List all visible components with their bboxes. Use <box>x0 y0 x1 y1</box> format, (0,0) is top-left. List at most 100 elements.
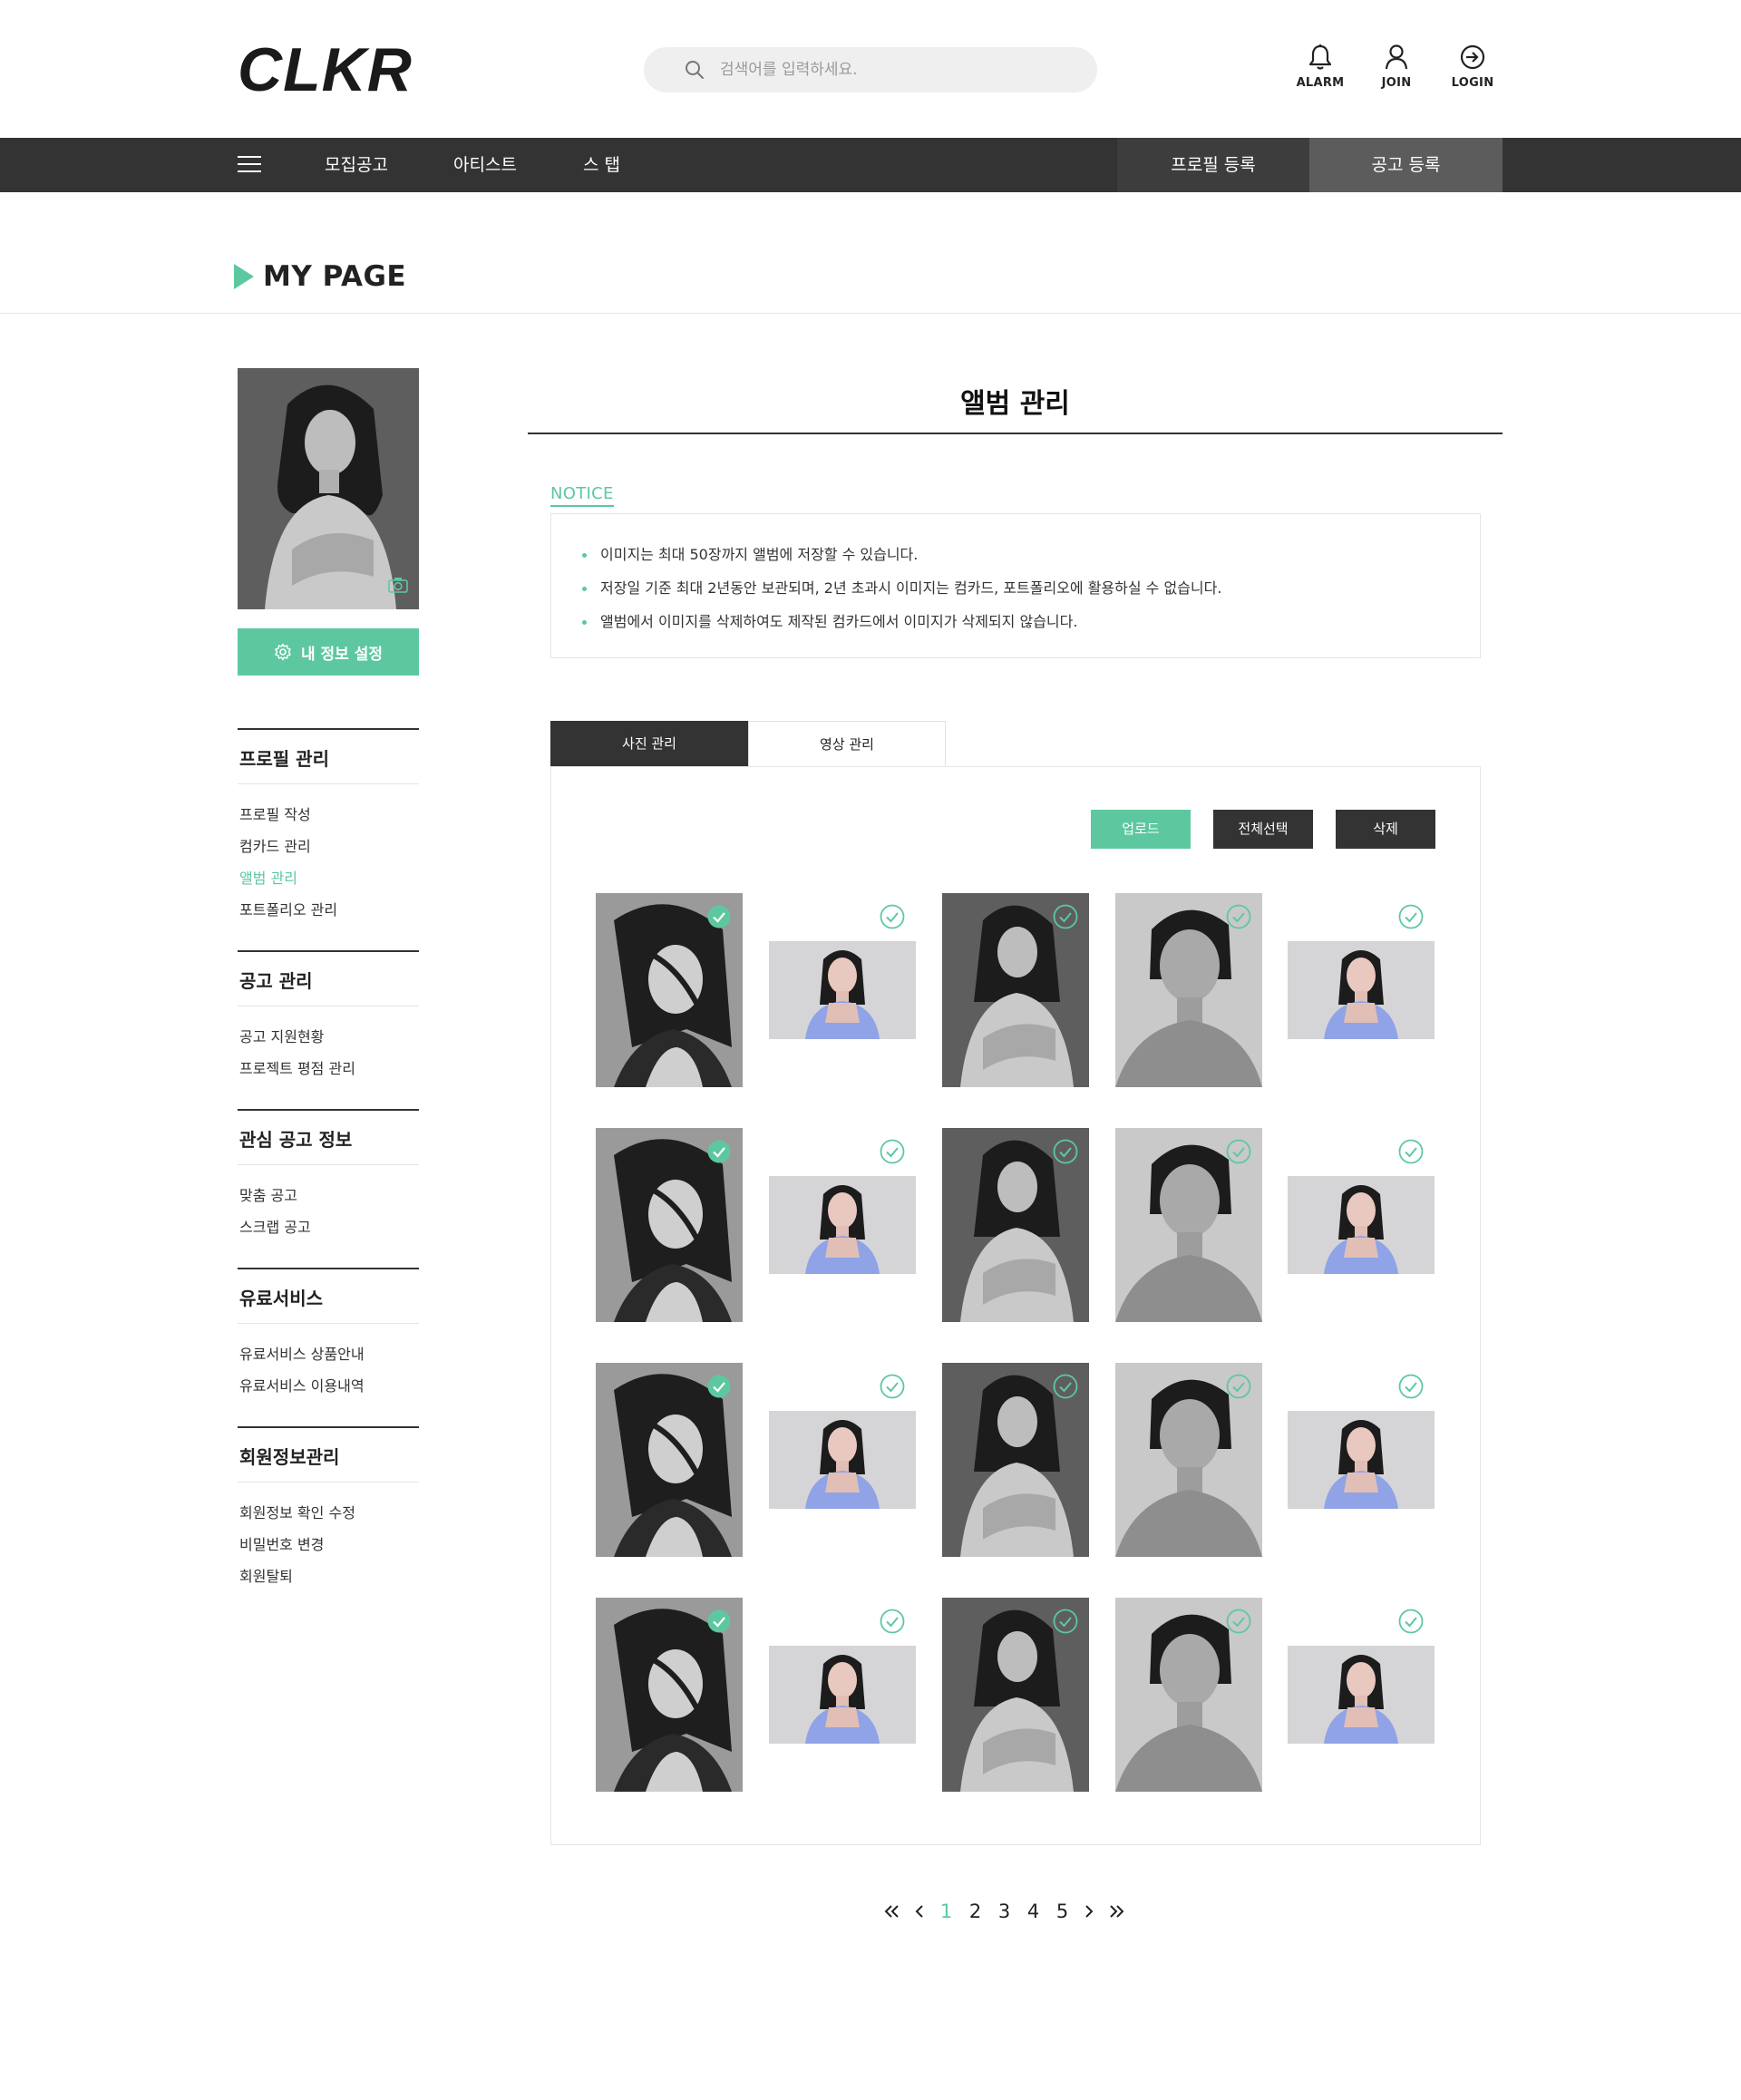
post-register-button[interactable]: 공고 등록 <box>1309 138 1503 192</box>
camera-icon[interactable] <box>388 577 408 593</box>
album-photo-item[interactable] <box>1288 1598 1435 1792</box>
nav-item-artist[interactable]: 아티스트 <box>453 138 517 192</box>
check-icon[interactable] <box>1226 904 1251 929</box>
check-icon[interactable] <box>1398 1374 1424 1399</box>
sidebar-item-paid-history[interactable]: 유료서비스 이용내역 <box>239 1370 417 1402</box>
tab-photo[interactable]: 사진 관리 <box>550 721 748 766</box>
album-photo-item[interactable] <box>942 1598 1089 1792</box>
gear-icon <box>275 643 291 661</box>
check-icon[interactable] <box>1226 1609 1251 1634</box>
sidebar-group-paid: 유료서비스 유료서비스 상품안내 유료서비스 이용내역 <box>238 1268 419 1402</box>
next-page-icon[interactable] <box>1084 1904 1094 1919</box>
search-bar[interactable] <box>644 47 1097 92</box>
first-page-icon[interactable] <box>884 1904 900 1919</box>
album-photo-item[interactable] <box>1288 893 1435 1087</box>
my-settings-button[interactable]: 내 정보 설정 <box>238 628 419 676</box>
search-input[interactable] <box>720 61 1083 79</box>
profile-photo[interactable] <box>238 368 419 609</box>
album-photo-item[interactable] <box>1115 1363 1262 1557</box>
select-all-button[interactable]: 전체선택 <box>1213 810 1313 849</box>
page-number[interactable]: 4 <box>1026 1901 1041 1922</box>
sidebar-item-scrap-posts[interactable]: 스크랩 공고 <box>239 1211 417 1243</box>
alarm-button[interactable]: ALARM <box>1289 44 1352 90</box>
album-photo-item[interactable] <box>769 893 916 1087</box>
sidebar-group-profile: 프로필 관리 프로필 작성 컴카드 관리 앨범 관리 포트폴리오 관리 <box>238 728 419 926</box>
album-photo-item[interactable] <box>942 1128 1089 1322</box>
check-icon[interactable] <box>1053 1139 1078 1164</box>
page-number[interactable]: 3 <box>997 1901 1012 1922</box>
album-photo-item[interactable] <box>596 1128 743 1322</box>
album-photo-item[interactable] <box>1115 893 1262 1087</box>
album-photo-item[interactable] <box>596 1363 743 1557</box>
sidebar-item-profile-write[interactable]: 프로필 작성 <box>239 799 417 831</box>
profile-register-button[interactable]: 프로필 등록 <box>1117 138 1309 192</box>
album-photo-image <box>1288 1176 1435 1274</box>
sidebar-item-applications[interactable]: 공고 지원현황 <box>239 1021 417 1053</box>
sidebar-group-interest: 관심 공고 정보 맞춤 공고 스크랩 공고 <box>238 1109 419 1243</box>
sidebar-item-member-edit[interactable]: 회원정보 확인 수정 <box>239 1497 417 1529</box>
checked-check-icon[interactable] <box>706 1139 732 1164</box>
pagination: 1 2 3 4 5 <box>884 1901 1138 1922</box>
check-icon[interactable] <box>880 904 905 929</box>
site-logo[interactable]: CLKR <box>238 38 413 102</box>
checked-check-icon[interactable] <box>706 1609 732 1634</box>
album-photo-item[interactable] <box>1115 1128 1262 1322</box>
album-photo-item[interactable] <box>769 1363 916 1557</box>
album-photo-item[interactable] <box>596 893 743 1087</box>
login-button[interactable]: LOGIN <box>1441 44 1504 90</box>
notice-item: 저장일 기준 최대 2년동안 보관되며, 2년 초과시 이미지는 컴카드, 포트… <box>579 571 1453 605</box>
album-photo-item[interactable] <box>942 1363 1089 1557</box>
check-icon[interactable] <box>1053 1609 1078 1634</box>
hamburger-menu-icon[interactable] <box>238 156 261 174</box>
album-photo-item[interactable] <box>769 1128 916 1322</box>
sidebar-item-paid-info[interactable]: 유료서비스 상품안내 <box>239 1338 417 1370</box>
check-icon[interactable] <box>880 1609 905 1634</box>
join-button[interactable]: JOIN <box>1365 44 1428 90</box>
page-number[interactable]: 2 <box>968 1901 983 1922</box>
album-photo-item[interactable] <box>1288 1363 1435 1557</box>
search-icon[interactable] <box>684 59 705 81</box>
page-number[interactable]: 5 <box>1055 1901 1070 1922</box>
checked-check-icon[interactable] <box>706 904 732 929</box>
check-icon[interactable] <box>1398 1139 1424 1164</box>
sidebar-item-password[interactable]: 비밀번호 변경 <box>239 1529 417 1560</box>
page-number[interactable]: 1 <box>939 1901 954 1922</box>
nav-item-staff[interactable]: 스 탭 <box>583 138 620 192</box>
last-page-icon[interactable] <box>1108 1904 1124 1919</box>
check-icon[interactable] <box>1398 904 1424 929</box>
album-photo-image <box>769 1411 916 1509</box>
sidebar-item-portfolio[interactable]: 포트폴리오 관리 <box>239 894 417 926</box>
album-photo-item[interactable] <box>1288 1128 1435 1322</box>
album-photo-item[interactable] <box>942 893 1089 1087</box>
login-icon <box>1460 44 1485 70</box>
check-icon[interactable] <box>1053 904 1078 929</box>
album-photo-item[interactable] <box>596 1598 743 1792</box>
album-photo-item[interactable] <box>769 1598 916 1792</box>
sidebar-item-album[interactable]: 앨범 관리 <box>239 862 417 894</box>
upload-button[interactable]: 업로드 <box>1091 810 1191 849</box>
check-icon[interactable] <box>880 1139 905 1164</box>
check-icon[interactable] <box>1226 1374 1251 1399</box>
delete-button[interactable]: 삭제 <box>1336 810 1435 849</box>
sidebar-group-title: 유료서비스 <box>238 1268 419 1324</box>
album-photo-image <box>1288 1411 1435 1509</box>
sidebar-item-custom-posts[interactable]: 맞춤 공고 <box>239 1180 417 1211</box>
tab-video[interactable]: 영상 관리 <box>748 721 946 766</box>
album-photo-item[interactable] <box>1115 1598 1262 1792</box>
album-photo-image <box>1288 941 1435 1039</box>
sidebar-item-project-rating[interactable]: 프로젝트 평점 관리 <box>239 1053 417 1084</box>
sidebar-item-withdraw[interactable]: 회원탈퇴 <box>239 1560 417 1592</box>
notice-label: NOTICE <box>550 484 614 507</box>
prev-page-icon[interactable] <box>914 1904 925 1919</box>
album-photo-image <box>769 1646 916 1744</box>
check-icon[interactable] <box>1053 1374 1078 1399</box>
check-icon[interactable] <box>880 1374 905 1399</box>
check-icon[interactable] <box>1398 1609 1424 1634</box>
checked-check-icon[interactable] <box>706 1374 732 1399</box>
notice-item: 이미지는 최대 50장까지 앨범에 저장할 수 있습니다. <box>579 538 1453 571</box>
bell-icon <box>1308 44 1332 70</box>
album-photo-image <box>769 941 916 1039</box>
sidebar-item-compcard[interactable]: 컴카드 관리 <box>239 831 417 862</box>
check-icon[interactable] <box>1226 1139 1251 1164</box>
nav-item-recruit[interactable]: 모집공고 <box>325 138 388 192</box>
